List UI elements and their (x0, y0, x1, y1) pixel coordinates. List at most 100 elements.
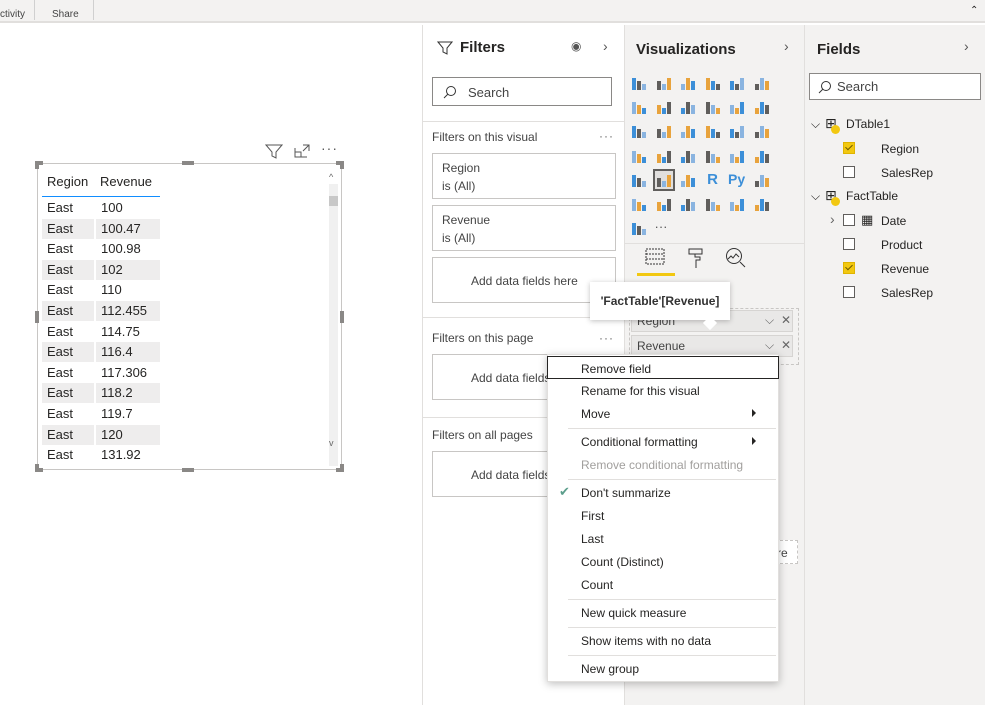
tab-activity[interactable]: ctivity (0, 9, 25, 20)
waterfall-visual-icon[interactable] (630, 122, 648, 140)
kpi-visual-icon[interactable] (753, 147, 771, 165)
resize-handle[interactable] (182, 468, 194, 472)
python-visual-visual-icon[interactable]: Py (728, 171, 752, 189)
resize-handle[interactable] (35, 311, 39, 323)
table-row[interactable]: East 114.75 (42, 322, 160, 342)
scatter-visual-icon[interactable] (679, 122, 697, 140)
menu-item-new-group[interactable]: New group (548, 657, 778, 680)
more-options-icon[interactable]: ··· (321, 140, 338, 156)
table-row[interactable]: East 116.4 (42, 342, 160, 363)
slicer-visual-icon[interactable] (630, 171, 648, 189)
table-row[interactable]: East 120 (42, 424, 160, 445)
more-options-icon[interactable]: ··· (599, 129, 614, 143)
table-row[interactable]: East 100.98 (42, 239, 160, 259)
menu-item-don-t-summarize[interactable]: Don't summarize ✔ (548, 481, 778, 504)
collapse-pane-icon[interactable]: › (784, 38, 789, 54)
field-checkbox[interactable] (843, 214, 855, 226)
chevron-down-icon[interactable]: ⌵ (811, 189, 820, 203)
menu-item-move[interactable]: Move (548, 402, 778, 425)
more-visual-icon[interactable]: ··· (655, 219, 673, 237)
filter-card-revenue[interactable]: Revenue is (All) (432, 205, 616, 251)
resize-handle[interactable] (35, 464, 39, 472)
table-row[interactable]: East 117.306 (42, 363, 160, 383)
line-column-visual-icon[interactable] (704, 98, 722, 116)
focus-mode-icon[interactable] (294, 144, 310, 158)
table-node-DTable1[interactable]: ⌵ ⊞ DTable1 (811, 115, 890, 134)
table-row[interactable]: East 102 (42, 259, 160, 280)
chevron-right-icon[interactable]: › (830, 211, 835, 227)
close-icon[interactable]: ✕ (781, 313, 791, 327)
field-SalesRep[interactable]: SalesRep (805, 165, 975, 183)
table-node-FactTable[interactable]: ⌵ ⊞ FactTable (811, 187, 898, 206)
gauge-visual-icon[interactable] (679, 147, 697, 165)
collapse-pane-icon[interactable]: › (603, 38, 608, 54)
analytics-icon[interactable] (725, 247, 747, 269)
key-influencers-visual-icon[interactable] (753, 171, 771, 189)
scroll-up-icon[interactable]: ^ (329, 172, 333, 182)
menu-item-remove-field[interactable]: Remove field (547, 356, 779, 379)
scroll-down-icon[interactable]: v (329, 438, 334, 448)
field-Revenue[interactable]: Revenue (805, 261, 975, 279)
line-visual-icon[interactable] (630, 98, 648, 116)
donut-visual-icon[interactable] (728, 122, 746, 140)
map-visual-icon[interactable] (630, 147, 648, 165)
resize-handle[interactable] (340, 161, 344, 169)
field-Region[interactable]: Region (805, 141, 975, 159)
table-row[interactable]: East 100.47 (42, 218, 160, 239)
table-visual[interactable]: Region Revenue East 100 East 100.47 East 100.… (35, 161, 344, 472)
100-bar-visual-icon[interactable] (728, 74, 746, 92)
filled-map-visual-icon[interactable] (655, 147, 673, 165)
menu-item-first[interactable]: First (548, 504, 778, 527)
format-paint-roller-icon[interactable] (687, 247, 705, 269)
menu-item-show-items-with-no-data[interactable]: Show items with no data (548, 629, 778, 652)
filter-card-region[interactable]: Region is (All) (432, 153, 616, 199)
clustered-bar-visual-icon[interactable] (679, 74, 697, 92)
area-visual-icon[interactable] (655, 98, 673, 116)
fields-tab-icon[interactable] (645, 248, 665, 266)
filter-icon[interactable] (265, 143, 283, 159)
scrollbar-thumb[interactable] (329, 196, 338, 206)
card-visual-icon[interactable] (704, 147, 722, 165)
funnel-visual-icon[interactable] (655, 122, 673, 140)
line-clustered-visual-icon[interactable] (728, 98, 746, 116)
close-icon[interactable]: ✕ (781, 338, 791, 352)
eye-icon[interactable]: ◉ (571, 39, 581, 53)
tab-share[interactable]: Share (52, 9, 79, 20)
menu-item-rename-for-this-visual[interactable]: Rename for this visual (548, 379, 778, 402)
arcgis-visual-icon[interactable] (728, 195, 746, 213)
stacked-bar-visual-icon[interactable] (630, 74, 648, 92)
chevron-down-icon[interactable]: ⌵ (811, 117, 820, 131)
power-apps-visual-icon[interactable] (753, 195, 771, 213)
smart-narrative-visual-icon[interactable] (679, 195, 697, 213)
qa-visual-icon[interactable] (655, 195, 673, 213)
table-row[interactable]: East 112.455 (42, 301, 160, 321)
scrollbar[interactable]: ^ v (329, 172, 338, 466)
chevron-down-icon[interactable]: ⌵ (765, 338, 774, 353)
column-header-revenue[interactable]: Revenue (100, 174, 152, 189)
stacked-column-visual-icon[interactable] (655, 74, 673, 92)
field-checkbox[interactable] (843, 142, 855, 154)
table-visual-icon[interactable] (652, 168, 675, 191)
menu-item-conditional-formatting[interactable]: Conditional formatting (548, 430, 778, 453)
chevron-down-icon[interactable]: ⌵ (765, 313, 774, 328)
pie-visual-icon[interactable] (704, 122, 722, 140)
table-row[interactable]: East 118.2 (42, 383, 160, 404)
collapse-pane-icon[interactable]: › (964, 38, 969, 54)
resize-handle[interactable] (340, 311, 344, 323)
field-checkbox[interactable] (843, 238, 855, 250)
field-SalesRep[interactable]: SalesRep (805, 285, 975, 303)
menu-item-count-distinct[interactable]: Count (Distinct) (548, 550, 778, 573)
100-column-visual-icon[interactable] (753, 74, 771, 92)
fields-search-input[interactable]: Search (809, 73, 981, 100)
add-data-fields-visual[interactable]: Add data fields here (432, 257, 616, 303)
paginated-report-visual-icon[interactable] (704, 195, 722, 213)
power-automate-visual-icon[interactable] (630, 219, 648, 237)
table-row[interactable]: East 100 (42, 198, 160, 218)
menu-item-count[interactable]: Count (548, 573, 778, 596)
more-options-icon[interactable]: ··· (599, 331, 614, 345)
field-checkbox[interactable] (843, 286, 855, 298)
collapse-ribbon-icon[interactable]: ⌃ (970, 5, 978, 16)
matrix-visual-icon[interactable] (679, 171, 697, 189)
field-checkbox[interactable] (843, 166, 855, 178)
column-header-region[interactable]: Region (47, 174, 88, 189)
